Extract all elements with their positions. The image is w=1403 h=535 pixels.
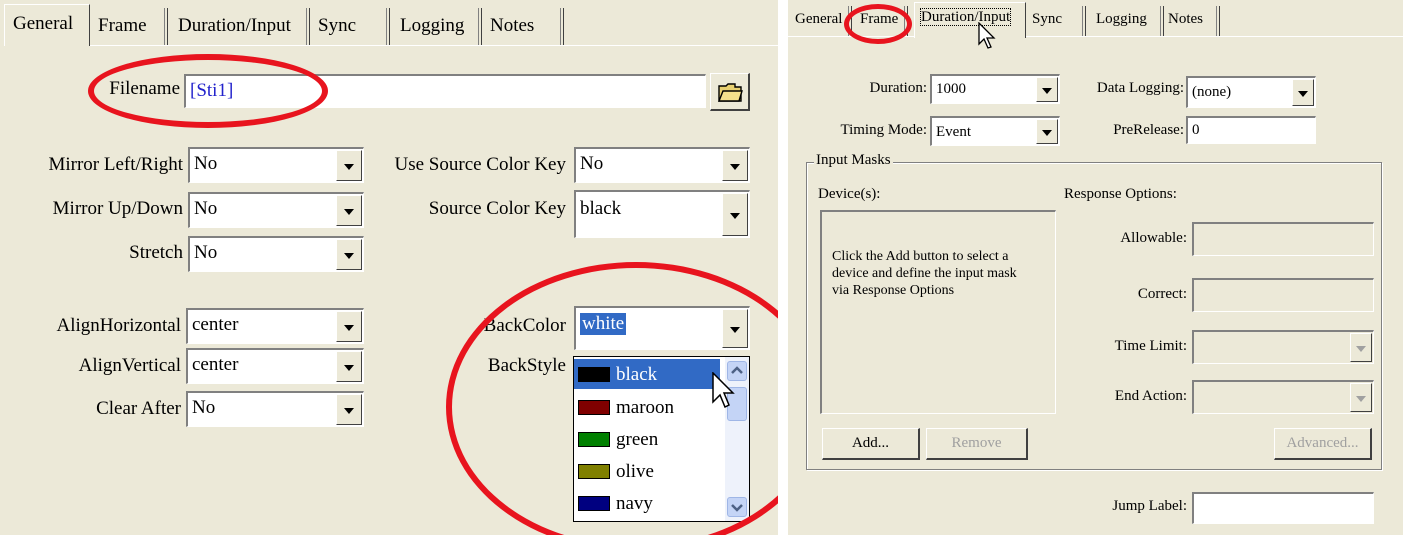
align-horizontal-label: AlignHorizontal <box>56 315 181 336</box>
chevron-down-icon[interactable] <box>722 193 748 236</box>
align-vertical-select[interactable]: center <box>186 348 364 384</box>
tab-duration-input[interactable]: Duration/Input <box>170 8 310 45</box>
mirror-ud-label: Mirror Up/Down <box>52 198 183 219</box>
input-masks-title: Input Masks <box>814 152 893 169</box>
devices-info-text: Click the Add button to select a device … <box>832 249 1017 298</box>
align-horizontal-select[interactable]: center <box>186 308 364 344</box>
folder-icon <box>717 83 743 102</box>
allowable-field[interactable] <box>1192 222 1374 256</box>
properties-dialog-duration-input: General Frame Duration/Input Sync Loggin… <box>788 0 1403 535</box>
mirror-lr-select[interactable]: No <box>188 147 364 183</box>
mouse-cursor-icon <box>978 22 996 49</box>
correct-label: Correct: <box>1137 286 1187 302</box>
time-limit-label: Time Limit: <box>1114 338 1187 354</box>
end-action-select[interactable] <box>1192 380 1374 414</box>
tab-notes[interactable]: Notes <box>482 8 564 45</box>
chevron-down-icon[interactable] <box>336 150 362 181</box>
jump-label-label: Jump Label: <box>1112 498 1187 514</box>
use-source-color-key-label: Use Source Color Key <box>394 154 567 175</box>
clear-after-select[interactable]: No <box>186 391 364 427</box>
browse-button[interactable] <box>710 73 750 111</box>
chevron-down-icon[interactable] <box>1350 333 1372 362</box>
chevron-down-icon[interactable] <box>336 195 362 226</box>
tab-general[interactable]: General <box>4 4 90 46</box>
chevron-down-icon[interactable] <box>1350 383 1372 412</box>
remove-button[interactable]: Remove <box>926 428 1028 460</box>
duration-select[interactable]: 1000 <box>930 74 1060 104</box>
prerelease-label: PreRelease: <box>1113 122 1184 138</box>
chevron-down-icon[interactable] <box>1036 119 1058 144</box>
end-action-label: End Action: <box>1114 388 1187 404</box>
timing-mode-select[interactable]: Event <box>930 116 1060 146</box>
tab-notes[interactable]: Notes <box>1164 6 1220 36</box>
highlight-ellipse-frame-tab <box>844 4 912 44</box>
chevron-down-icon[interactable] <box>1292 79 1314 106</box>
allowable-label: Allowable: <box>1120 230 1187 246</box>
advanced-button[interactable]: Advanced... <box>1274 428 1372 460</box>
mirror-ud-select[interactable]: No <box>188 192 364 228</box>
tab-general[interactable]: General <box>792 6 852 36</box>
add-button[interactable]: Add... <box>822 428 920 460</box>
tab-sync[interactable]: Sync <box>310 8 390 45</box>
tab-duration-input[interactable]: Duration/Input <box>914 2 1026 38</box>
correct-field[interactable] <box>1192 278 1374 312</box>
duration-label: Duration: <box>869 80 928 96</box>
tab-frame[interactable]: Frame <box>90 8 168 45</box>
devices-list[interactable]: Click the Add button to select a device … <box>820 210 1056 414</box>
align-vertical-label: AlignVertical <box>78 355 181 376</box>
prerelease-field[interactable]: 0 <box>1186 116 1316 144</box>
tab-logging[interactable]: Logging <box>1090 6 1164 36</box>
chevron-down-icon[interactable] <box>722 150 748 181</box>
stretch-select[interactable]: No <box>188 236 364 272</box>
tab-sync[interactable]: Sync <box>1028 6 1086 36</box>
data-logging-label: Data Logging: <box>1096 80 1184 96</box>
clear-after-label: Clear After <box>96 398 181 419</box>
source-color-key-select[interactable]: black <box>574 190 750 238</box>
source-color-key-label: Source Color Key <box>428 198 566 219</box>
jump-label-field[interactable] <box>1192 492 1374 524</box>
chevron-down-icon[interactable] <box>336 394 362 425</box>
chevron-down-icon[interactable] <box>336 239 362 270</box>
highlight-ellipse-backcolor <box>446 262 778 535</box>
chevron-down-icon[interactable] <box>336 311 362 342</box>
timing-mode-label: Timing Mode: <box>840 122 927 138</box>
data-logging-select[interactable]: (none) <box>1186 76 1316 108</box>
chevron-down-icon[interactable] <box>336 351 362 382</box>
time-limit-select[interactable] <box>1192 330 1374 364</box>
stretch-label: Stretch <box>129 242 183 263</box>
devices-label: Device(s): <box>818 186 881 202</box>
response-options-label: Response Options: <box>1064 186 1177 202</box>
properties-dialog-general: General Frame Duration/Input Sync Loggin… <box>0 0 778 535</box>
tab-logging[interactable]: Logging <box>392 8 482 45</box>
highlight-ellipse-filename <box>88 54 328 128</box>
chevron-down-icon[interactable] <box>1036 77 1058 102</box>
mirror-lr-label: Mirror Left/Right <box>48 154 183 175</box>
use-source-color-key-select[interactable]: No <box>574 147 750 183</box>
